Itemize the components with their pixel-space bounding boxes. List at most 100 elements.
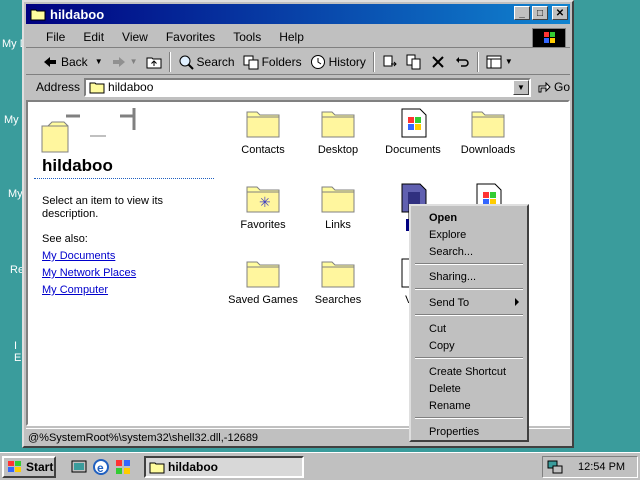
- windows-logo-icon: [532, 28, 566, 48]
- address-value: hildaboo: [108, 80, 154, 94]
- start-button[interactable]: Start: [2, 455, 56, 478]
- menu-favorites[interactable]: Favorites: [157, 30, 224, 44]
- ctx-search[interactable]: Search...: [413, 244, 525, 260]
- folder-icon: [321, 261, 355, 288]
- ctx-rename[interactable]: Rename: [413, 398, 525, 414]
- views-icon: [486, 55, 502, 68]
- go-arrow-icon: [538, 81, 551, 93]
- folder-icon: [89, 82, 105, 94]
- icon-links[interactable]: Links: [300, 183, 376, 231]
- link-my-network-places[interactable]: My Network Places: [42, 267, 136, 279]
- folders-label: Folders: [261, 54, 302, 69]
- context-menu: Open Explore Search... Sharing... Send T…: [409, 204, 529, 442]
- menu-separator: [415, 357, 523, 359]
- folder-icon: [246, 111, 280, 138]
- maximize-button[interactable]: □: [532, 6, 548, 20]
- ctx-sharing[interactable]: Sharing...: [413, 269, 525, 285]
- folders-icon: [243, 55, 259, 69]
- ctx-delete[interactable]: Delete: [413, 381, 525, 397]
- link-my-computer[interactable]: My Computer: [42, 284, 108, 296]
- desktop-icon-label[interactable]: E: [14, 352, 21, 364]
- icon-documents[interactable]: Documents: [375, 108, 451, 156]
- address-input[interactable]: hildaboo ▼: [84, 77, 531, 97]
- address-label: Address: [36, 80, 81, 94]
- start-label: Start: [26, 459, 54, 474]
- forward-button[interactable]: ▼: [107, 51, 142, 73]
- folder-icon: [246, 261, 280, 288]
- history-button[interactable]: History: [306, 51, 370, 73]
- back-arrow-icon: [44, 56, 56, 67]
- delete-button[interactable]: [426, 51, 450, 73]
- menu-help[interactable]: Help: [270, 30, 313, 44]
- undo-button[interactable]: [450, 51, 474, 73]
- close-button[interactable]: ✕: [552, 6, 568, 20]
- go-button[interactable]: Go: [537, 80, 570, 94]
- move-to-button[interactable]: [378, 51, 402, 73]
- file-icon: [401, 108, 427, 138]
- link-my-documents[interactable]: My Documents: [42, 250, 115, 262]
- submenu-arrow-icon: [515, 298, 519, 306]
- window-title: hildaboo: [50, 6, 105, 22]
- ctx-create-shortcut[interactable]: Create Shortcut: [413, 364, 525, 380]
- toolbar-separator: [372, 51, 375, 72]
- back-button[interactable]: Back ▼: [38, 51, 107, 73]
- menu-tools[interactable]: Tools: [224, 30, 270, 44]
- taskbar-window-button[interactable]: hildaboo: [144, 455, 304, 478]
- folder-icon: [149, 462, 165, 473]
- quick-launch: e: [70, 458, 132, 476]
- icon-downloads[interactable]: Downloads: [450, 108, 526, 156]
- menu-file[interactable]: File: [26, 30, 74, 44]
- chevron-down-icon[interactable]: ▼: [95, 57, 103, 66]
- ctx-send-to[interactable]: Send To: [413, 295, 525, 311]
- chevron-down-icon[interactable]: ▼: [130, 57, 138, 66]
- menu-view[interactable]: View: [113, 30, 157, 44]
- minimize-button[interactable]: _: [514, 6, 530, 20]
- status-text: @%SystemRoot%\system32\shell32.dll,-1268…: [28, 431, 259, 444]
- icon-label: Searches: [314, 294, 362, 306]
- channels-icon[interactable]: [114, 458, 132, 476]
- see-also-label: See also:: [42, 233, 88, 245]
- network-icon[interactable]: [546, 459, 564, 475]
- folder-icon: [30, 9, 46, 21]
- ctx-open[interactable]: Open: [413, 210, 525, 226]
- icon-label: Desktop: [317, 144, 359, 156]
- icon-label: Favorites: [240, 219, 286, 231]
- desktop-icon-label[interactable]: My: [4, 114, 19, 126]
- desktop-icon-label[interactable]: My: [8, 188, 23, 200]
- toolbar: Back ▼ ▼ Search Folders History ▼: [26, 49, 570, 75]
- chevron-down-icon[interactable]: ▼: [512, 79, 529, 95]
- ctx-properties[interactable]: Properties: [413, 424, 525, 440]
- desktop-icon-label[interactable]: I: [14, 340, 17, 352]
- ctx-copy[interactable]: Copy: [413, 338, 525, 354]
- icon-saved-games[interactable]: Saved Games: [225, 258, 301, 306]
- taskbar: Start e hildaboo 12:54 PM: [0, 452, 640, 480]
- title-bar[interactable]: hildaboo _ □ ✕: [26, 4, 570, 24]
- toolbar-separator: [168, 51, 171, 72]
- menu-separator: [415, 314, 523, 316]
- go-label: Go: [553, 80, 570, 94]
- icon-contacts[interactable]: Contacts: [225, 108, 301, 156]
- folders-button[interactable]: Folders: [239, 51, 306, 73]
- menu-edit[interactable]: Edit: [74, 30, 113, 44]
- pane-title: hildaboo: [42, 156, 113, 175]
- icon-label: Documents: [385, 144, 441, 156]
- chevron-down-icon[interactable]: ▼: [505, 57, 513, 66]
- search-button[interactable]: Search: [174, 51, 239, 73]
- up-folder-icon: [146, 57, 162, 68]
- ctx-cut[interactable]: Cut: [413, 321, 525, 337]
- send-to-label: Send To: [429, 297, 470, 309]
- menu-separator: [415, 288, 523, 290]
- up-folder-button[interactable]: [142, 51, 166, 73]
- ctx-explore[interactable]: Explore: [413, 227, 525, 243]
- clock[interactable]: 12:54 PM: [578, 461, 625, 473]
- undo-icon: [455, 56, 469, 67]
- copy-to-button[interactable]: [402, 51, 426, 73]
- icon-label: Saved Games: [228, 294, 298, 306]
- icon-searches[interactable]: Searches: [300, 258, 376, 306]
- icon-desktop[interactable]: Desktop: [300, 108, 376, 156]
- show-desktop-icon[interactable]: [70, 458, 88, 476]
- views-button[interactable]: ▼: [482, 51, 517, 73]
- folder-icon: [321, 186, 355, 213]
- internet-explorer-icon[interactable]: e: [92, 458, 110, 476]
- icon-favorites[interactable]: ✳ Favorites: [225, 183, 301, 231]
